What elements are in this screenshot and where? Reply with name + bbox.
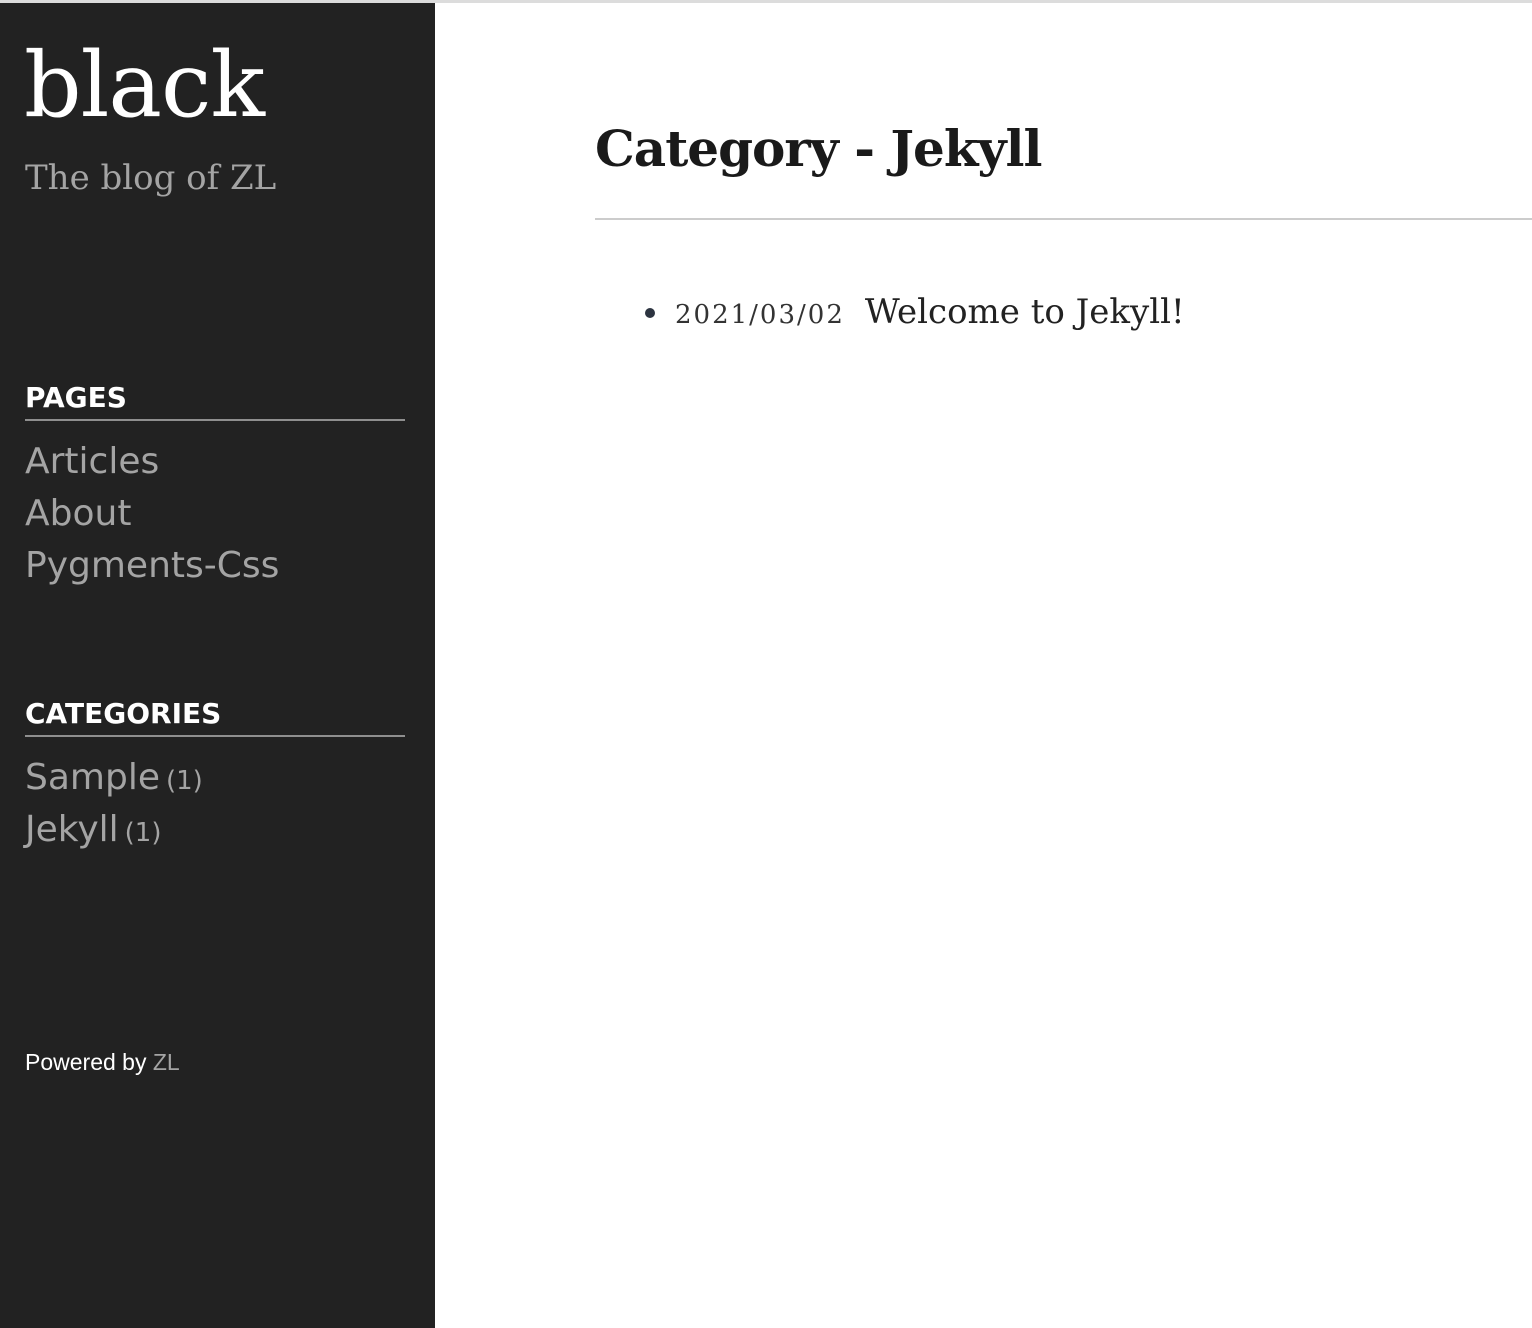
footer-prefix: Powered by (25, 1049, 147, 1075)
pages-list: Articles About Pygments-Css (25, 436, 405, 592)
list-item: Jekyll (1) (25, 804, 405, 856)
list-item: 2021/03/02 Welcome to Jekyll! (645, 292, 1185, 340)
categories-section: CATEGORIES Sample (1) Jekyll (1) (25, 695, 405, 856)
bullet-icon (645, 308, 655, 318)
post-date: 2021/03/02 (675, 300, 845, 330)
categories-list: Sample (1) Jekyll (1) (25, 752, 405, 856)
sidebar: black The blog of ZL PAGES Articles Abou… (0, 3, 435, 1328)
category-link-sample[interactable]: Sample (25, 757, 160, 798)
category-link-jekyll[interactable]: Jekyll (25, 809, 119, 850)
list-item: Articles (25, 436, 405, 488)
list-item: Sample (1) (25, 752, 405, 804)
page-link-about[interactable]: About (25, 493, 131, 534)
pages-section: PAGES Articles About Pygments-Css (25, 379, 405, 592)
main-content: Category - Jekyll 2021/03/02 Welcome to … (595, 0, 1532, 1328)
category-count: (1) (124, 818, 162, 848)
category-count: (1) (165, 766, 203, 796)
site-subtitle: The blog of ZL (25, 158, 277, 198)
page-link-articles[interactable]: Articles (25, 441, 159, 482)
pages-heading: PAGES (25, 379, 405, 421)
site-title-link[interactable]: black (24, 31, 265, 141)
page-link-pygments-css[interactable]: Pygments-Css (25, 545, 279, 586)
list-item: Pygments-Css (25, 540, 405, 592)
categories-heading: CATEGORIES (25, 695, 405, 737)
list-item: About (25, 488, 405, 540)
post-list: 2021/03/02 Welcome to Jekyll! (645, 292, 1185, 340)
title-divider (595, 218, 1532, 220)
footer-author-link[interactable]: ZL (153, 1049, 180, 1075)
footer: Powered by ZL (25, 1047, 180, 1077)
post-title-link[interactable]: Welcome to Jekyll! (865, 292, 1185, 332)
page-title: Category - Jekyll (595, 119, 1043, 178)
